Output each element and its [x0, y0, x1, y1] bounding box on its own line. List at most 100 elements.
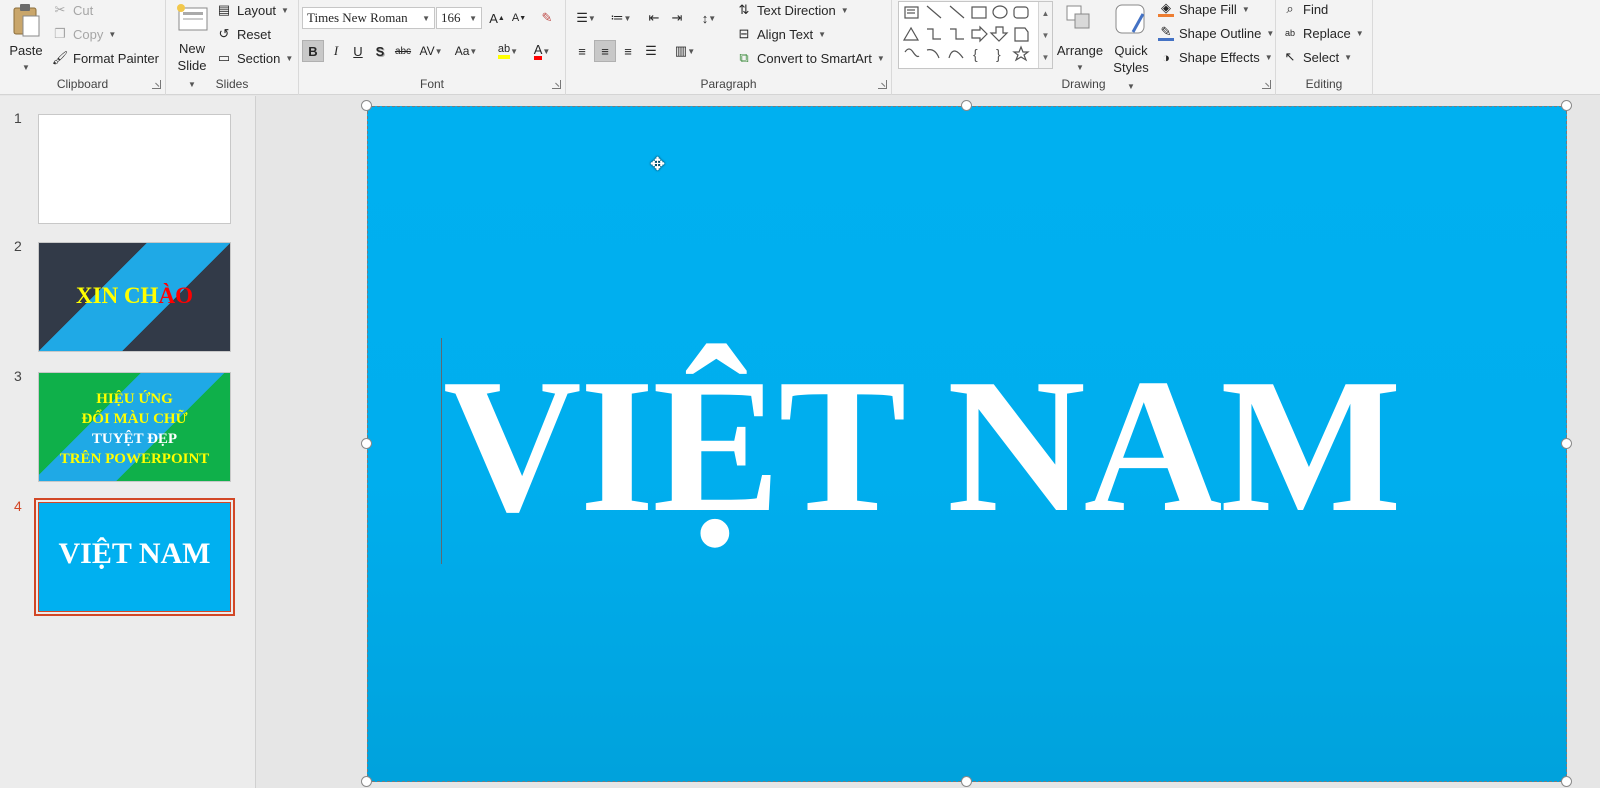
gallery-scrollbar[interactable]: ▲ ▼ ▼ [1038, 2, 1052, 68]
font-color-button[interactable]: A ▼ [527, 40, 557, 62]
cut-button[interactable]: ✂ Cut [52, 2, 94, 18]
slide-number: 1 [14, 110, 22, 126]
clipboard-launcher-icon[interactable] [152, 80, 161, 89]
paste-dropdown-icon[interactable]: ▼ [6, 59, 46, 76]
change-case-button[interactable]: Aa ▼ [451, 40, 481, 62]
slide-thumbnail-1[interactable] [38, 114, 231, 224]
font-size-select[interactable]: 166 ▼ [436, 7, 482, 29]
resize-handle-top-right[interactable] [1561, 100, 1572, 111]
ribbon: Paste ▼ ✂ Cut ❐ Copy ▼ 🖌 Format Painter … [0, 0, 1600, 95]
section-button[interactable]: ▭ Section ▼ [216, 50, 293, 66]
resize-handle-top[interactable] [961, 100, 972, 111]
text-direction-button[interactable]: ⇅ Text Direction ▼ [736, 2, 849, 18]
pointer-icon: ↖ [1284, 49, 1296, 64]
clipboard-group-label: Clipboard [56, 77, 109, 91]
select-button[interactable]: ↖ Select ▼ [1282, 49, 1353, 65]
align-right-button[interactable]: ≡ [617, 40, 639, 62]
gallery-down-icon[interactable]: ▼ [1042, 31, 1050, 40]
copy-dropdown-icon[interactable]: ▼ [108, 30, 116, 39]
align-center-button[interactable]: ≡ [594, 40, 616, 62]
columns-icon: ▥ [674, 43, 688, 58]
slide-title-text[interactable]: VIỆT NAM [443, 346, 1543, 546]
resize-handle-left[interactable] [361, 438, 372, 449]
resize-handle-bottom[interactable] [961, 776, 972, 787]
copy-icon: ❐ [54, 26, 66, 41]
font-family-select[interactable]: Times New Roman ▼ [302, 7, 435, 29]
numbering-button[interactable]: ≔ ▼ [606, 7, 636, 29]
editing-group: ⌕ Find ab Replace ▼ ↖ Select ▼ Editing [1276, 0, 1373, 95]
character-spacing-button[interactable]: AV ▼ [415, 40, 447, 62]
font-family-dropdown-icon: ▼ [422, 13, 430, 23]
paste-label: Paste [9, 43, 43, 58]
drawing-group: { } ▲ ▼ ▼ Arrange ▼ Quick Styles ▼ ◈ Sha… [892, 0, 1276, 95]
clear-formatting-button[interactable]: ✎ [536, 7, 558, 29]
text-cursor [441, 338, 442, 564]
paragraph-group-label: Paragraph [700, 77, 757, 91]
slide-editor: VIỆT NAM ✥ [257, 96, 1600, 788]
resize-handle-bottom-right[interactable] [1561, 776, 1572, 787]
line-spacing-button[interactable]: ↕ ▼ [694, 7, 724, 29]
replace-button[interactable]: ab Replace ▼ [1282, 25, 1364, 41]
reset-icon: ↺ [218, 26, 230, 41]
arrange-icon [1066, 5, 1090, 29]
find-button[interactable]: ⌕ Find [1282, 1, 1328, 17]
shadow-button[interactable]: S [369, 40, 391, 62]
resize-handle-bottom-left[interactable] [361, 776, 372, 787]
paint-bucket-icon: ◈ [1158, 0, 1174, 17]
paintbrush-icon: 🖌 [51, 50, 69, 65]
slide-thumbnail-pane: 1 2 XIN CHÀO 3 HIỆU ỨNG ĐỔI MÀU CHỮ TUYỆ… [0, 96, 256, 788]
slide-number: 2 [14, 238, 22, 254]
paragraph-launcher-icon[interactable] [878, 80, 887, 89]
convert-smartart-button[interactable]: ⧉ Convert to SmartArt ▼ [736, 50, 884, 66]
columns-button[interactable]: ▥ ▼ [670, 40, 700, 62]
align-left-button[interactable]: ≡ [571, 40, 593, 62]
text-direction-icon: ⇅ [738, 2, 750, 17]
bullets-button[interactable]: ☰ ▼ [571, 7, 601, 29]
underline-button[interactable]: U [347, 40, 369, 62]
align-text-icon: ⊟ [738, 26, 750, 41]
increase-indent-icon: ⇥ [671, 10, 683, 25]
resize-handle-top-left[interactable] [361, 100, 372, 111]
drawing-group-label: Drawing [1061, 77, 1106, 91]
clipboard-group: Paste ▼ ✂ Cut ❐ Copy ▼ 🖌 Format Painter … [0, 0, 166, 95]
shape-fill-button[interactable]: ◈ Shape Fill ▼ [1158, 0, 1250, 17]
decrease-indent-button[interactable]: ⇤ [643, 7, 665, 29]
resize-handle-right[interactable] [1561, 438, 1572, 449]
section-dropdown-icon: ▼ [285, 53, 294, 63]
reset-button[interactable]: ↺ Reset [216, 26, 271, 42]
shape-effects-button[interactable]: ◑ Shape Effects ▼ [1158, 49, 1273, 65]
align-right-icon: ≡ [624, 43, 632, 59]
slide-number-selected: 4 [14, 498, 22, 514]
font-group: Times New Roman ▼ 166 ▼ A ▲ A ▼ ✎ B I U S … [299, 0, 566, 95]
align-text-button[interactable]: ⊟ Align Text ▼ [736, 26, 827, 42]
svg-text:}: } [996, 46, 1001, 62]
slide-thumbnail-3[interactable]: HIỆU ỨNG ĐỔI MÀU CHỮ TUYỆT ĐẸP TRÊN POWE… [38, 372, 231, 482]
justify-button[interactable]: ☰ [640, 40, 662, 62]
copy-button[interactable]: ❐ Copy ▼ [52, 26, 116, 42]
grow-font-button[interactable]: A ▲ [486, 7, 508, 29]
align-center-icon: ≡ [601, 43, 609, 59]
arrange-button[interactable]: Arrange ▼ [1054, 2, 1106, 76]
layout-button[interactable]: ▤ Layout ▼ [216, 2, 289, 18]
bold-button[interactable]: B [302, 40, 324, 62]
shape-outline-button[interactable]: ✎ Shape Outline ▼ [1158, 24, 1274, 41]
shapes-gallery[interactable]: { } ▲ ▼ ▼ [898, 1, 1053, 69]
gallery-up-icon[interactable]: ▲ [1042, 9, 1050, 18]
drawing-launcher-icon[interactable] [1262, 80, 1271, 89]
shrink-font-button[interactable]: A ▼ [508, 7, 530, 29]
paste-button[interactable]: Paste ▼ [6, 2, 46, 76]
format-painter-button[interactable]: 🖌 Format Painter [52, 50, 159, 66]
italic-button[interactable]: I [325, 40, 347, 62]
eraser-icon: ✎ [541, 10, 553, 25]
scissors-icon: ✂ [54, 2, 66, 17]
increase-indent-button[interactable]: ⇥ [666, 7, 688, 29]
font-launcher-icon[interactable] [552, 80, 561, 89]
highlight-color-button[interactable]: ab ▼ [493, 40, 523, 62]
slide-thumbnail-2[interactable]: XIN CHÀO [38, 242, 231, 352]
font-color-icon: A [533, 43, 543, 60]
gallery-more-icon[interactable]: ▼ [1042, 53, 1050, 62]
slide-thumbnail-4[interactable]: VIỆT NAM [34, 498, 235, 616]
strikethrough-button[interactable]: abc [392, 40, 414, 62]
align-left-icon: ≡ [578, 43, 586, 59]
current-slide[interactable]: VIỆT NAM ✥ [367, 106, 1567, 782]
